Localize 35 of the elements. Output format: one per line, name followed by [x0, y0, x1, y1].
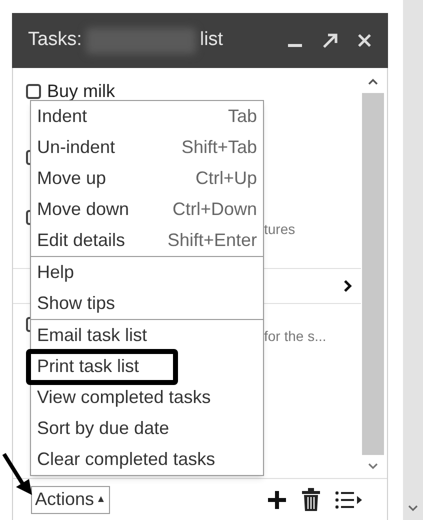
plus-icon[interactable] [267, 490, 287, 510]
shortcut-label: Shift+Enter [167, 229, 257, 252]
task-note: for the s... [264, 327, 326, 346]
menu-item[interactable]: Indent Tab [31, 101, 263, 132]
shortcut-label: Ctrl+Down [172, 198, 257, 221]
menu-item[interactable]: Print task list [31, 351, 263, 382]
scroll-down-icon[interactable] [408, 505, 418, 512]
list-menu-icon[interactable] [335, 490, 363, 510]
task-note: tures [264, 220, 296, 239]
shortcut-label: Tab [228, 105, 257, 128]
menu-item[interactable]: Un-indent Shift+Tab [31, 132, 263, 163]
menu-item[interactable]: Move down Ctrl+Down [31, 194, 263, 225]
shortcut-label: Ctrl+Up [195, 167, 257, 190]
window-title: Tasks: [28, 28, 82, 52]
menu-item[interactable]: Sort by due date [31, 413, 263, 444]
shortcut-label: Shift+Tab [181, 136, 257, 159]
scroll-down-icon[interactable] [368, 463, 378, 470]
menu-item[interactable]: Move up Ctrl+Up [31, 163, 263, 194]
close-icon[interactable] [357, 33, 372, 48]
menu-item[interactable]: Edit details Shift+Enter [31, 225, 263, 256]
menu-item[interactable]: View completed tasks [31, 382, 263, 413]
menu-item[interactable]: Email task list [31, 320, 263, 351]
pop-out-arrow-icon[interactable] [321, 32, 339, 50]
menu-item[interactable]: Clear completed tasks [31, 444, 263, 475]
caret-icon: ▲ [96, 492, 106, 507]
scroll-up-icon[interactable] [368, 78, 378, 85]
trash-icon[interactable] [301, 488, 321, 512]
chevron-right-icon[interactable] [343, 279, 353, 293]
menu-item[interactable]: Help [31, 257, 263, 288]
checkbox[interactable] [26, 84, 41, 99]
annotation-arrow [2, 452, 34, 496]
actions-button[interactable]: Actions▲ [31, 486, 110, 514]
window-title: list [200, 28, 224, 52]
scrollbar-thumb[interactable] [362, 93, 384, 455]
menu-item[interactable]: Show tips [31, 288, 263, 319]
